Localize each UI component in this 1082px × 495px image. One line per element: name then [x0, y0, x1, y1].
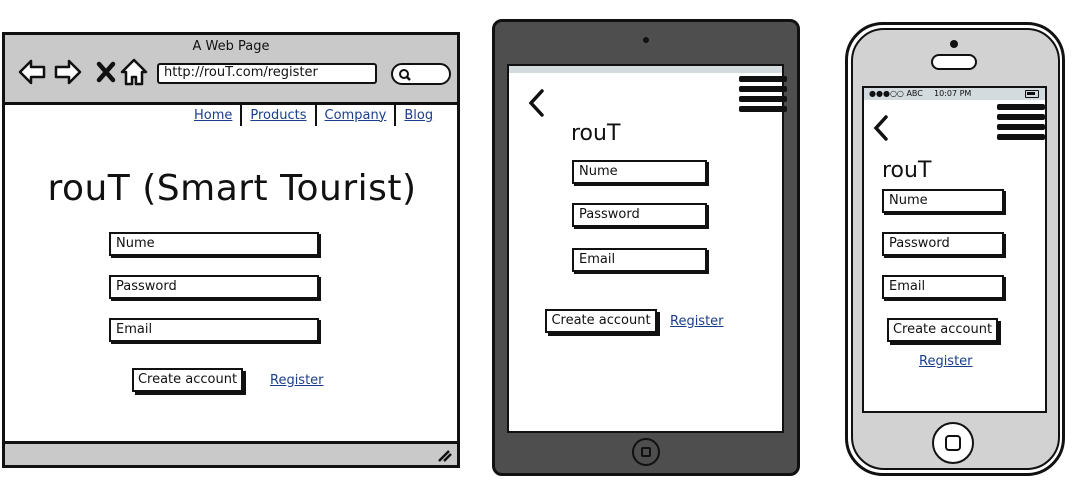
forward-arrow-icon[interactable] — [53, 57, 83, 87]
battery-icon — [1025, 90, 1039, 98]
url-input[interactable]: http://rouT.com/register — [157, 63, 377, 84]
nav-link-home[interactable]: Home — [190, 108, 236, 123]
name-field[interactable]: Nume — [882, 189, 1004, 213]
name-field[interactable]: Nume — [572, 160, 707, 184]
close-icon[interactable] — [91, 57, 121, 87]
nav-divider — [314, 104, 317, 126]
nav-divider — [240, 104, 243, 126]
status-time: 10:07 PM — [934, 89, 972, 98]
page-title: rouT (Smart Tourist) — [47, 168, 417, 209]
nav-link-products[interactable]: Products — [246, 108, 310, 123]
chevron-left-icon[interactable] — [527, 88, 545, 118]
register-link[interactable]: Register — [919, 354, 973, 369]
password-field[interactable]: Password — [109, 275, 319, 299]
create-account-button[interactable]: Create account — [132, 368, 243, 392]
browser-toolbar: A Web Page http://rouT.com/register — [5, 35, 457, 105]
name-field[interactable]: Nume — [109, 232, 319, 256]
resize-grip-icon[interactable] — [437, 449, 453, 463]
password-field[interactable]: Password — [572, 203, 707, 227]
back-arrow-icon[interactable] — [17, 57, 47, 87]
chevron-left-icon[interactable] — [873, 114, 889, 142]
home-button-icon[interactable] — [632, 438, 660, 466]
phone-title: rouT — [882, 158, 932, 183]
create-account-button[interactable]: Create account — [545, 309, 657, 333]
hamburger-menu-icon[interactable] — [739, 76, 787, 116]
register-link[interactable]: Register — [670, 314, 724, 329]
camera-icon — [643, 37, 649, 43]
speaker-icon — [931, 54, 977, 70]
email-field[interactable]: Email — [882, 275, 1004, 299]
create-account-button[interactable]: Create account — [887, 318, 998, 342]
nav-links: Home Products Company Blog — [190, 104, 437, 126]
browser-statusbar — [5, 441, 457, 465]
email-field[interactable]: Email — [572, 248, 707, 272]
signal-indicator: ●●●○○ ABC — [869, 89, 923, 98]
nav-link-blog[interactable]: Blog — [400, 108, 437, 123]
email-field[interactable]: Email — [109, 318, 319, 342]
status-bar — [509, 66, 782, 73]
browser-title: A Web Page — [192, 39, 270, 54]
search-icon — [399, 69, 411, 81]
home-icon[interactable] — [119, 57, 149, 87]
home-button-icon[interactable] — [932, 422, 974, 464]
register-link[interactable]: Register — [270, 373, 324, 388]
status-bar: ●●●○○ ABC 10:07 PM — [864, 88, 1045, 100]
nav-divider — [394, 104, 397, 126]
tablet-title: rouT — [571, 121, 621, 146]
camera-icon — [950, 40, 958, 48]
nav-link-company[interactable]: Company — [321, 108, 391, 123]
password-field[interactable]: Password — [882, 232, 1004, 256]
hamburger-menu-icon[interactable] — [997, 104, 1045, 144]
search-input[interactable] — [391, 63, 451, 85]
